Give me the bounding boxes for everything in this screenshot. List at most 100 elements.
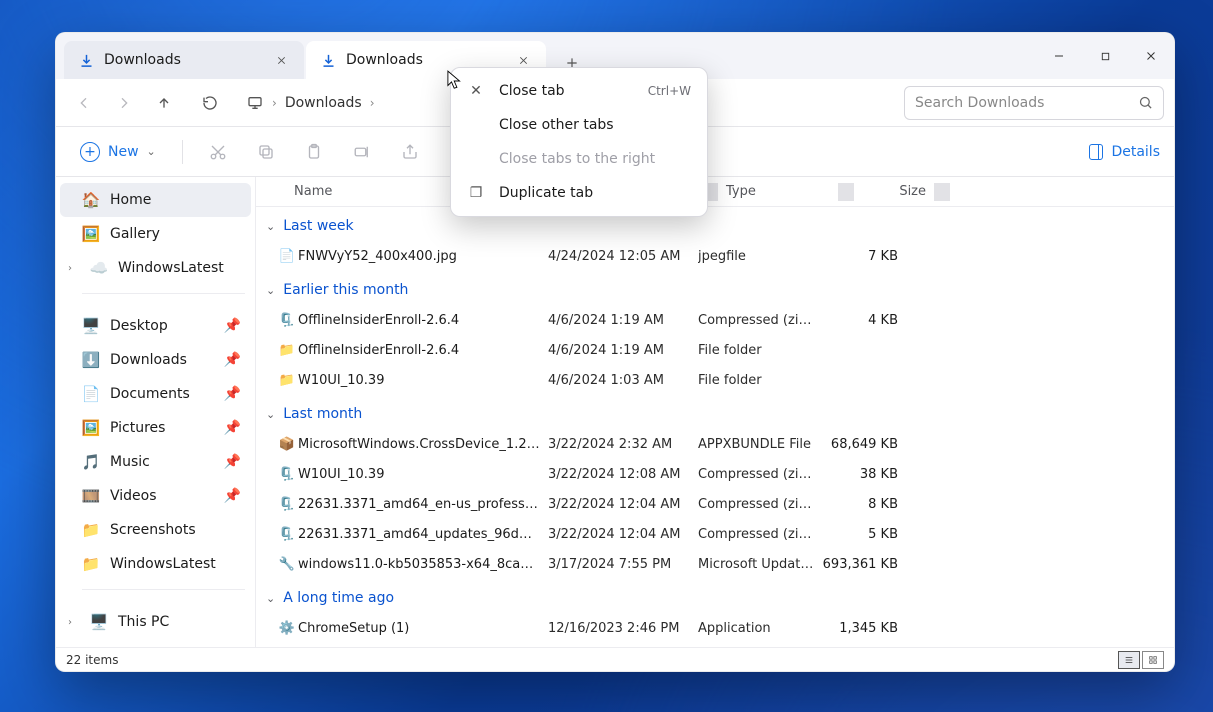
file-date: 4/24/2024 12:05 AM bbox=[548, 249, 698, 264]
file-date: 12/16/2023 2:46 PM bbox=[548, 621, 698, 636]
file-type: Compressed (zipp... bbox=[698, 313, 818, 328]
sidebar-item-windowslatest[interactable]: 📁WindowsLatest bbox=[60, 547, 251, 581]
tab-close-button[interactable] bbox=[268, 47, 294, 73]
download-icon bbox=[78, 52, 94, 68]
file-row[interactable]: 🔧windows11.0-kb5035853-x64_8ca1a9a646...… bbox=[256, 549, 1174, 579]
view-details-button[interactable] bbox=[1118, 651, 1140, 669]
file-type: APPXBUNDLE File bbox=[698, 437, 818, 452]
pin-icon: 📌 bbox=[224, 420, 241, 436]
file-row[interactable]: 🗜️22631.3371_amd64_en-us_professional_9.… bbox=[256, 489, 1174, 519]
minimize-button[interactable] bbox=[1036, 33, 1082, 79]
chevron-down-icon: ⌄ bbox=[266, 592, 275, 605]
group-header[interactable]: ⌄A long time ago bbox=[256, 583, 1174, 613]
forward-button[interactable] bbox=[106, 85, 142, 121]
sidebar-item-onedrive[interactable]: › ☁️ WindowsLatest bbox=[60, 251, 251, 285]
file-name: OfflineInsiderEnroll-2.6.4 bbox=[298, 313, 548, 328]
menu-item-shortcut: Ctrl+W bbox=[648, 84, 691, 98]
file-row[interactable]: ⚙️ChromeSetup (1)12/16/2023 2:46 PMAppli… bbox=[256, 613, 1174, 643]
sidebar-item-gallery[interactable]: 🖼️ Gallery bbox=[60, 217, 251, 251]
share-button[interactable] bbox=[391, 135, 429, 169]
file-list-pane: Name Date modified Type Size ⌄Last week📄… bbox=[256, 177, 1174, 647]
file-name: MicrosoftWindows.CrossDevice_1.24031... bbox=[298, 437, 548, 452]
back-button[interactable] bbox=[66, 85, 102, 121]
sidebar-item-documents[interactable]: 📄Documents📌 bbox=[60, 377, 251, 411]
breadcrumb-separator: › bbox=[370, 96, 375, 110]
file-size: 38 KB bbox=[818, 467, 898, 482]
group-header[interactable]: ⌄Last week bbox=[256, 211, 1174, 241]
details-pane-button[interactable]: Details bbox=[1089, 144, 1160, 160]
sidebar-item-screenshots[interactable]: 📁Screenshots bbox=[60, 513, 251, 547]
view-grid-button[interactable] bbox=[1142, 651, 1164, 669]
file-row[interactable]: 🗜️OfflineInsiderEnroll-2.6.44/6/2024 1:1… bbox=[256, 305, 1174, 335]
column-headers[interactable]: Name Date modified Type Size bbox=[256, 177, 1174, 207]
ctx-close-other-tabs[interactable]: Close other tabs bbox=[451, 108, 707, 142]
address-bar[interactable]: › Downloads › bbox=[238, 86, 383, 120]
tab-label: Downloads bbox=[104, 52, 181, 68]
sidebar-item-videos[interactable]: 🎞️Videos📌 bbox=[60, 479, 251, 513]
file-size: 7 KB bbox=[818, 249, 898, 264]
ctx-duplicate-tab[interactable]: ❐Duplicate tab bbox=[451, 176, 707, 210]
file-row[interactable]: 🗜️22631.3371_amd64_updates_96ddb2133/22/… bbox=[256, 519, 1174, 549]
sidebar-item-pictures[interactable]: 🖼️Pictures📌 bbox=[60, 411, 251, 445]
sidebar-item-music[interactable]: 🎵Music📌 bbox=[60, 445, 251, 479]
ctx-close-tab[interactable]: ✕Close tabCtrl+W bbox=[451, 74, 707, 108]
file-icon: 📦 bbox=[276, 437, 298, 452]
column-divider[interactable] bbox=[934, 183, 950, 201]
rename-button[interactable] bbox=[343, 135, 381, 169]
file-icon: 📁 bbox=[276, 343, 298, 358]
new-button[interactable]: + New ⌄ bbox=[70, 135, 166, 169]
cut-button[interactable] bbox=[199, 135, 237, 169]
close-window-button[interactable] bbox=[1128, 33, 1174, 79]
file-type: Compressed (zipp... bbox=[698, 527, 818, 542]
sidebar-item-downloads[interactable]: ⬇️Downloads📌 bbox=[60, 343, 251, 377]
file-icon: 🗜️ bbox=[276, 497, 298, 512]
file-list[interactable]: ⌄Last week📄FNWVyY52_400x400.jpg4/24/2024… bbox=[256, 207, 1174, 647]
pin-icon: 📌 bbox=[224, 318, 241, 334]
sidebar-item-this-pc[interactable]: › 🖥️ This PC bbox=[60, 605, 251, 639]
group-header[interactable]: ⌄Last month bbox=[256, 399, 1174, 429]
column-type[interactable]: Type bbox=[718, 184, 838, 199]
sidebar-item-desktop[interactable]: 🖥️Desktop📌 bbox=[60, 309, 251, 343]
sidebar-label: Gallery bbox=[110, 226, 160, 242]
file-size: 8 KB bbox=[818, 497, 898, 512]
paste-button[interactable] bbox=[295, 135, 333, 169]
navigation-pane[interactable]: 🏠 Home 🖼️ Gallery › ☁️ WindowsLatest 🖥️D… bbox=[56, 177, 256, 647]
breadcrumb-segment[interactable]: Downloads bbox=[285, 95, 362, 111]
copy-button[interactable] bbox=[247, 135, 285, 169]
pin-icon: 📌 bbox=[224, 488, 241, 504]
file-row[interactable]: 📄FNWVyY52_400x400.jpg4/24/2024 12:05 AMj… bbox=[256, 241, 1174, 271]
file-icon: 🗜️ bbox=[276, 467, 298, 482]
file-name: ChromeSetup (1) bbox=[298, 621, 548, 636]
separator bbox=[182, 140, 183, 164]
maximize-button[interactable] bbox=[1082, 33, 1128, 79]
menu-item-label: Close other tabs bbox=[499, 117, 614, 133]
file-date: 3/22/2024 12:08 AM bbox=[548, 467, 698, 482]
file-row[interactable]: 🗜️W10UI_10.393/22/2024 12:08 AMCompresse… bbox=[256, 459, 1174, 489]
column-divider[interactable] bbox=[838, 183, 854, 201]
status-item-count: 22 items bbox=[66, 653, 118, 667]
sidebar-label: Downloads bbox=[110, 352, 187, 368]
plus-circle-icon: + bbox=[80, 142, 100, 162]
file-row[interactable]: 📁W10UI_10.394/6/2024 1:03 AMFile folder bbox=[256, 365, 1174, 395]
gallery-icon: 🖼️ bbox=[82, 225, 100, 243]
file-row[interactable]: 📦MicrosoftWindows.CrossDevice_1.24031...… bbox=[256, 429, 1174, 459]
folder-icon: 📁 bbox=[82, 521, 100, 539]
folder-icon: 📄 bbox=[82, 385, 100, 403]
search-input[interactable]: Search Downloads bbox=[904, 86, 1164, 120]
file-size: 5 KB bbox=[818, 527, 898, 542]
up-button[interactable] bbox=[146, 85, 182, 121]
status-bar: 22 items bbox=[56, 647, 1174, 671]
menu-item-label: Close tab bbox=[499, 83, 565, 99]
pin-icon: 📌 bbox=[224, 352, 241, 368]
column-size[interactable]: Size bbox=[854, 184, 934, 199]
file-date: 4/6/2024 1:19 AM bbox=[548, 343, 698, 358]
group-label: Earlier this month bbox=[283, 282, 408, 298]
tab-downloads-inactive[interactable]: Downloads bbox=[64, 41, 304, 79]
home-icon: 🏠 bbox=[82, 191, 100, 209]
refresh-button[interactable] bbox=[192, 85, 228, 121]
sidebar-label: Documents bbox=[110, 386, 190, 402]
sidebar-item-home[interactable]: 🏠 Home bbox=[60, 183, 251, 217]
chevron-right-icon: › bbox=[68, 617, 80, 628]
group-header[interactable]: ⌄Earlier this month bbox=[256, 275, 1174, 305]
file-row[interactable]: 📁OfflineInsiderEnroll-2.6.44/6/2024 1:19… bbox=[256, 335, 1174, 365]
